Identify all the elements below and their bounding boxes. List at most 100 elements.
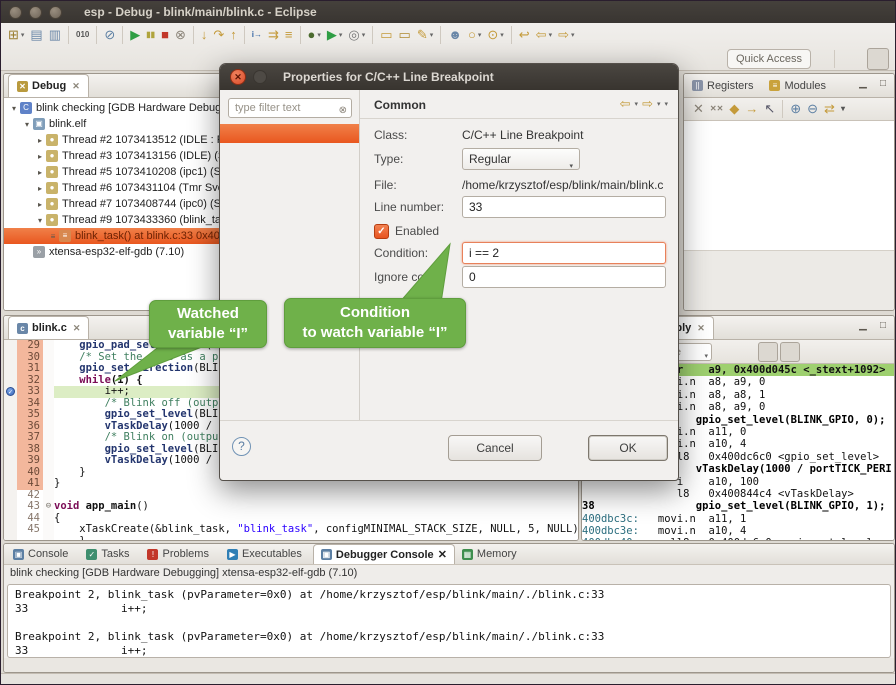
fold-icon[interactable] <box>43 478 54 490</box>
toolbar-icon[interactable]: ⇨ ▾ <box>555 25 577 45</box>
breakpoint-ruler[interactable]: ✓ <box>4 398 17 410</box>
console-tab[interactable]: ▣ Console <box>6 544 79 564</box>
chevron-down-icon[interactable]: ▾ <box>657 100 661 108</box>
toolbar-icon[interactable]: ▤ ▾ <box>27 25 45 45</box>
fold-icon[interactable] <box>43 490 54 502</box>
debug-tree-item[interactable]: ▸ ● Thread #6 1073431104 (Tmr Svc) (S <box>4 180 230 196</box>
fold-icon[interactable] <box>43 340 54 352</box>
toolbar-icon[interactable]: ▥ ▾ <box>46 25 64 45</box>
disassembly-toolbar-icon[interactable] <box>714 342 734 362</box>
fold-icon[interactable] <box>43 444 54 456</box>
toolbar-icon[interactable]: 010 ▾ <box>73 25 92 45</box>
breakpoint-ruler[interactable]: ✓ <box>4 490 17 502</box>
breakpoint-ruler[interactable]: ✓ <box>4 421 17 433</box>
toolbar-icon[interactable]: ↷ ▾ <box>210 25 227 45</box>
breakpoint-ruler[interactable]: ✓ <box>4 340 17 352</box>
console-tab[interactable]: ▣ Debugger Console ✕ <box>313 544 455 564</box>
toolbar-icon[interactable]: ⊙ ▾ <box>484 25 506 45</box>
perspective-icon[interactable] <box>841 48 863 70</box>
fold-icon[interactable] <box>43 375 54 387</box>
chevron-down-icon[interactable]: ▾ <box>430 31 434 39</box>
chevron-down-icon[interactable]: ▾ <box>571 31 575 39</box>
debug-tree-item[interactable]: ▾ ● Thread #9 1073433360 (blink_task <box>4 212 230 228</box>
toolbar-icon[interactable]: ↓ ▾ <box>198 25 211 45</box>
dialog-close-button[interactable]: ✕ <box>230 69 246 85</box>
toolbar-icon[interactable]: ✎ ▾ <box>414 25 436 45</box>
disassembly-toolbar-icon[interactable] <box>802 342 822 362</box>
registers-toolbar-icon[interactable]: → <box>742 99 761 119</box>
window-button[interactable] <box>49 6 62 19</box>
maximize-icon[interactable]: □ <box>876 320 890 331</box>
clear-filter-icon[interactable]: ⊗ <box>339 102 347 120</box>
toolbar-icon[interactable]: ▾ <box>300 26 301 44</box>
line-number-input[interactable]: 33 <box>462 196 666 218</box>
forward-icon[interactable]: ⇨ <box>642 96 653 112</box>
fold-icon[interactable] <box>43 409 54 421</box>
breakpoint-icon[interactable]: ✓ <box>6 387 15 396</box>
fold-icon[interactable] <box>43 352 54 364</box>
toolbar-icon[interactable]: ▾ <box>244 26 245 44</box>
toolbar-icon[interactable]: ▾ <box>440 26 441 44</box>
breakpoint-ruler[interactable]: ✓ <box>4 536 17 541</box>
close-icon[interactable]: ✕ <box>697 323 705 334</box>
expander-icon[interactable]: ▾ <box>34 216 46 225</box>
expander-icon[interactable]: ▸ <box>34 200 46 209</box>
cancel-button[interactable]: Cancel <box>448 435 542 461</box>
breakpoint-ruler[interactable]: ✓ <box>4 513 17 525</box>
fold-icon[interactable] <box>43 467 54 479</box>
fold-icon[interactable] <box>43 524 54 536</box>
toolbar-icon[interactable]: ● ▾ <box>305 25 324 45</box>
toolbar-icon[interactable]: ▮▮ ▾ <box>143 25 158 45</box>
toolbar-icon[interactable]: ↑ ▾ <box>227 25 240 45</box>
breakpoint-ruler[interactable]: ✓ <box>4 444 17 456</box>
registers-toolbar-icon[interactable]: ⇄ <box>821 99 838 119</box>
fold-icon[interactable] <box>43 536 54 541</box>
toolbar-icon[interactable]: ▶ ▾ <box>324 25 346 45</box>
tab-debug[interactable]: ✕ Debug ✕ <box>8 74 89 97</box>
toolbar-icon[interactable]: ⊞ ▾ <box>5 25 27 45</box>
expander-icon[interactable]: ▾ <box>8 104 20 113</box>
close-icon[interactable]: ✕ <box>73 323 81 334</box>
debug-tree-item[interactable]: ▾ ▣ blink.elf <box>4 116 230 132</box>
disassembly-toolbar-icon[interactable] <box>736 342 756 362</box>
debug-tree-item[interactable]: ▸ ● Thread #3 1073413156 (IDLE) (Susp <box>4 148 230 164</box>
registers-toolbar-icon[interactable]: ✕✕ <box>707 99 726 119</box>
ok-button[interactable]: OK <box>588 435 668 461</box>
close-icon[interactable]: ✕ <box>72 81 80 92</box>
toolbar-icon[interactable]: ▾ <box>511 26 512 44</box>
registers-toolbar-icon[interactable]: ✕ <box>690 99 707 119</box>
fold-icon[interactable] <box>43 455 54 467</box>
disassembly-line[interactable]: 400dbc3c: movi.n a11, 1 <box>582 513 894 525</box>
filter-input[interactable]: type filter text ⊗ <box>228 98 352 118</box>
fold-icon[interactable] <box>43 421 54 433</box>
help-button[interactable]: ? <box>232 437 251 456</box>
breakpoint-ruler[interactable]: ✓ <box>4 375 17 387</box>
breakpoint-ruler[interactable]: ✓ <box>4 352 17 364</box>
debug-tree-item[interactable]: ▸ ● Thread #2 1073413512 (IDLE : Runn <box>4 132 230 148</box>
window-button[interactable] <box>9 6 22 19</box>
console-tab[interactable]: ! Problems <box>140 544 219 564</box>
chevron-down-icon[interactable]: ▾ <box>549 31 553 39</box>
fold-icon[interactable] <box>43 513 54 525</box>
breakpoint-ruler[interactable]: ✓ <box>4 455 17 467</box>
toolbar-icon[interactable]: ○ ▾ <box>465 25 484 45</box>
toolbar-icon[interactable]: ≡ ▾ <box>282 25 296 45</box>
toolbar-icon[interactable]: ▶ ▾ <box>127 25 143 45</box>
debug-tree-item[interactable]: ▸ ● Thread #5 1073410208 (ipc1) (Susp <box>4 164 230 180</box>
toolbar-icon[interactable]: ▾ <box>96 26 97 44</box>
registers-toolbar-icon[interactable]: ◆ <box>726 99 742 119</box>
breakpoint-ruler[interactable]: ✓ <box>4 524 17 536</box>
chevron-down-icon[interactable]: ▾ <box>635 100 639 108</box>
breakpoint-ruler[interactable]: ✓ <box>4 432 17 444</box>
disassembly-toolbar-icon[interactable] <box>758 342 778 362</box>
tab-registers[interactable]: || Registers <box>684 74 761 97</box>
minimize-icon[interactable]: ▁ <box>856 320 870 331</box>
close-icon[interactable]: ✕ <box>438 548 447 561</box>
code-line[interactable]: ✓ } <box>4 536 578 541</box>
disassembly-line[interactable]: 400dbc3e: movi.n a10, 4 <box>582 525 894 537</box>
console-tab[interactable]: ▦ Memory <box>455 544 528 564</box>
maximize-icon[interactable]: □ <box>876 78 890 89</box>
registers-toolbar-icon[interactable] <box>782 100 783 118</box>
breakpoint-ruler[interactable]: ✓ <box>4 478 17 490</box>
quick-access-button[interactable]: Quick Access <box>727 49 811 69</box>
